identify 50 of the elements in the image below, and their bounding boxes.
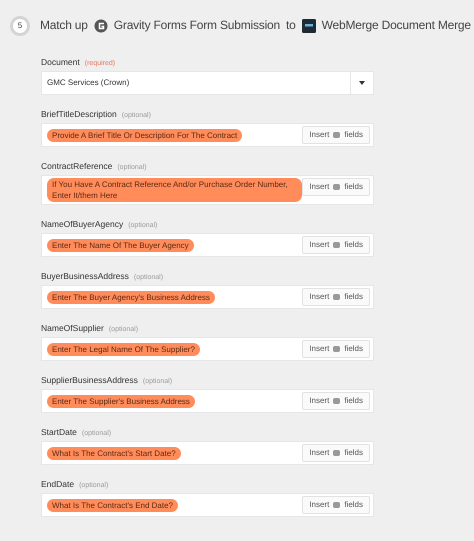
field-label: NameOfBuyerAgency bbox=[41, 220, 124, 230]
field-label: BuyerBusinessAddress bbox=[41, 272, 129, 282]
input-field[interactable]: If You Have A Contract Reference And/or Purchase Order Number, Enter It/them Here Insert fields bbox=[41, 175, 374, 206]
field-token: Enter The Name Of The Buyer Agency bbox=[47, 238, 194, 252]
tag-icon bbox=[333, 502, 340, 508]
field-label: BriefTitleDescription bbox=[41, 110, 117, 120]
tag-icon bbox=[333, 398, 340, 404]
field-label: SupplierBusinessAddress bbox=[41, 376, 138, 386]
insert-fields-button[interactable]: Insert fields bbox=[302, 340, 370, 358]
insert-fields-button[interactable]: Insert fields bbox=[302, 126, 370, 144]
webmerge-logo-icon bbox=[302, 19, 316, 33]
header-text: Match up bbox=[40, 19, 88, 33]
tag-icon bbox=[333, 294, 340, 300]
insert-fields-button[interactable]: Insert fields bbox=[302, 496, 370, 514]
field-label: Document bbox=[41, 58, 80, 68]
field-token: If You Have A Contract Reference And/or Purchase Order Number, Enter It/them Here bbox=[47, 178, 302, 202]
field-token: Enter The Legal Name Of The Supplier? bbox=[47, 342, 200, 356]
field-label: StartDate bbox=[41, 428, 77, 438]
input-field[interactable]: Enter The Buyer Agency's Business Address Insert fields bbox=[41, 285, 374, 310]
insert-fields-button[interactable]: Insert fields bbox=[302, 392, 370, 410]
input-field[interactable]: Provide A Brief Title Or Description For The Contract Insert fields bbox=[41, 123, 374, 148]
input-field[interactable]: What Is The Contract's Start Date? Insert fields bbox=[41, 441, 374, 466]
tag-icon bbox=[333, 132, 340, 138]
insert-fields-button[interactable]: Insert fields bbox=[302, 178, 370, 196]
tag-icon bbox=[333, 450, 340, 456]
insert-fields-button[interactable]: Insert fields bbox=[302, 444, 370, 462]
gravity-logo-icon bbox=[94, 19, 108, 33]
input-field[interactable]: Enter The Supplier's Business Address Insert fields bbox=[41, 389, 374, 414]
header-text: to bbox=[286, 19, 296, 33]
field-label: ContractReference bbox=[41, 162, 112, 172]
field-token: What Is The Contract's End Date? bbox=[47, 498, 178, 512]
target-app-name: WebMerge Document Merge bbox=[322, 19, 471, 33]
source-app-name: Gravity Forms Form Submission bbox=[114, 19, 280, 33]
document-select[interactable]: GMC Services (Crown) bbox=[41, 71, 374, 96]
field-token: What Is The Contract's Start Date? bbox=[47, 446, 181, 460]
input-field[interactable]: Enter The Legal Name Of The Supplier? Insert fields bbox=[41, 337, 374, 362]
field-label: NameOfSupplier bbox=[41, 324, 104, 334]
tag-icon bbox=[333, 346, 340, 352]
field-token: Enter The Buyer Agency's Business Address bbox=[47, 290, 215, 304]
input-field[interactable]: What Is The Contract's End Date? Insert fields bbox=[41, 493, 374, 518]
field-label: EndDate bbox=[41, 480, 74, 490]
input-field[interactable]: Enter The Name Of The Buyer Agency Insert fields bbox=[41, 233, 374, 258]
step-number: 5 bbox=[10, 16, 30, 36]
insert-fields-button[interactable]: Insert fields bbox=[302, 288, 370, 306]
insert-fields-button[interactable]: Insert fields bbox=[302, 236, 370, 254]
caret-icon bbox=[359, 81, 365, 86]
tag-icon bbox=[333, 242, 340, 248]
field-token: Enter The Supplier's Business Address bbox=[47, 394, 195, 408]
tag-icon bbox=[333, 184, 340, 190]
field-token: Provide A Brief Title Or Description For The Contract bbox=[47, 128, 242, 142]
